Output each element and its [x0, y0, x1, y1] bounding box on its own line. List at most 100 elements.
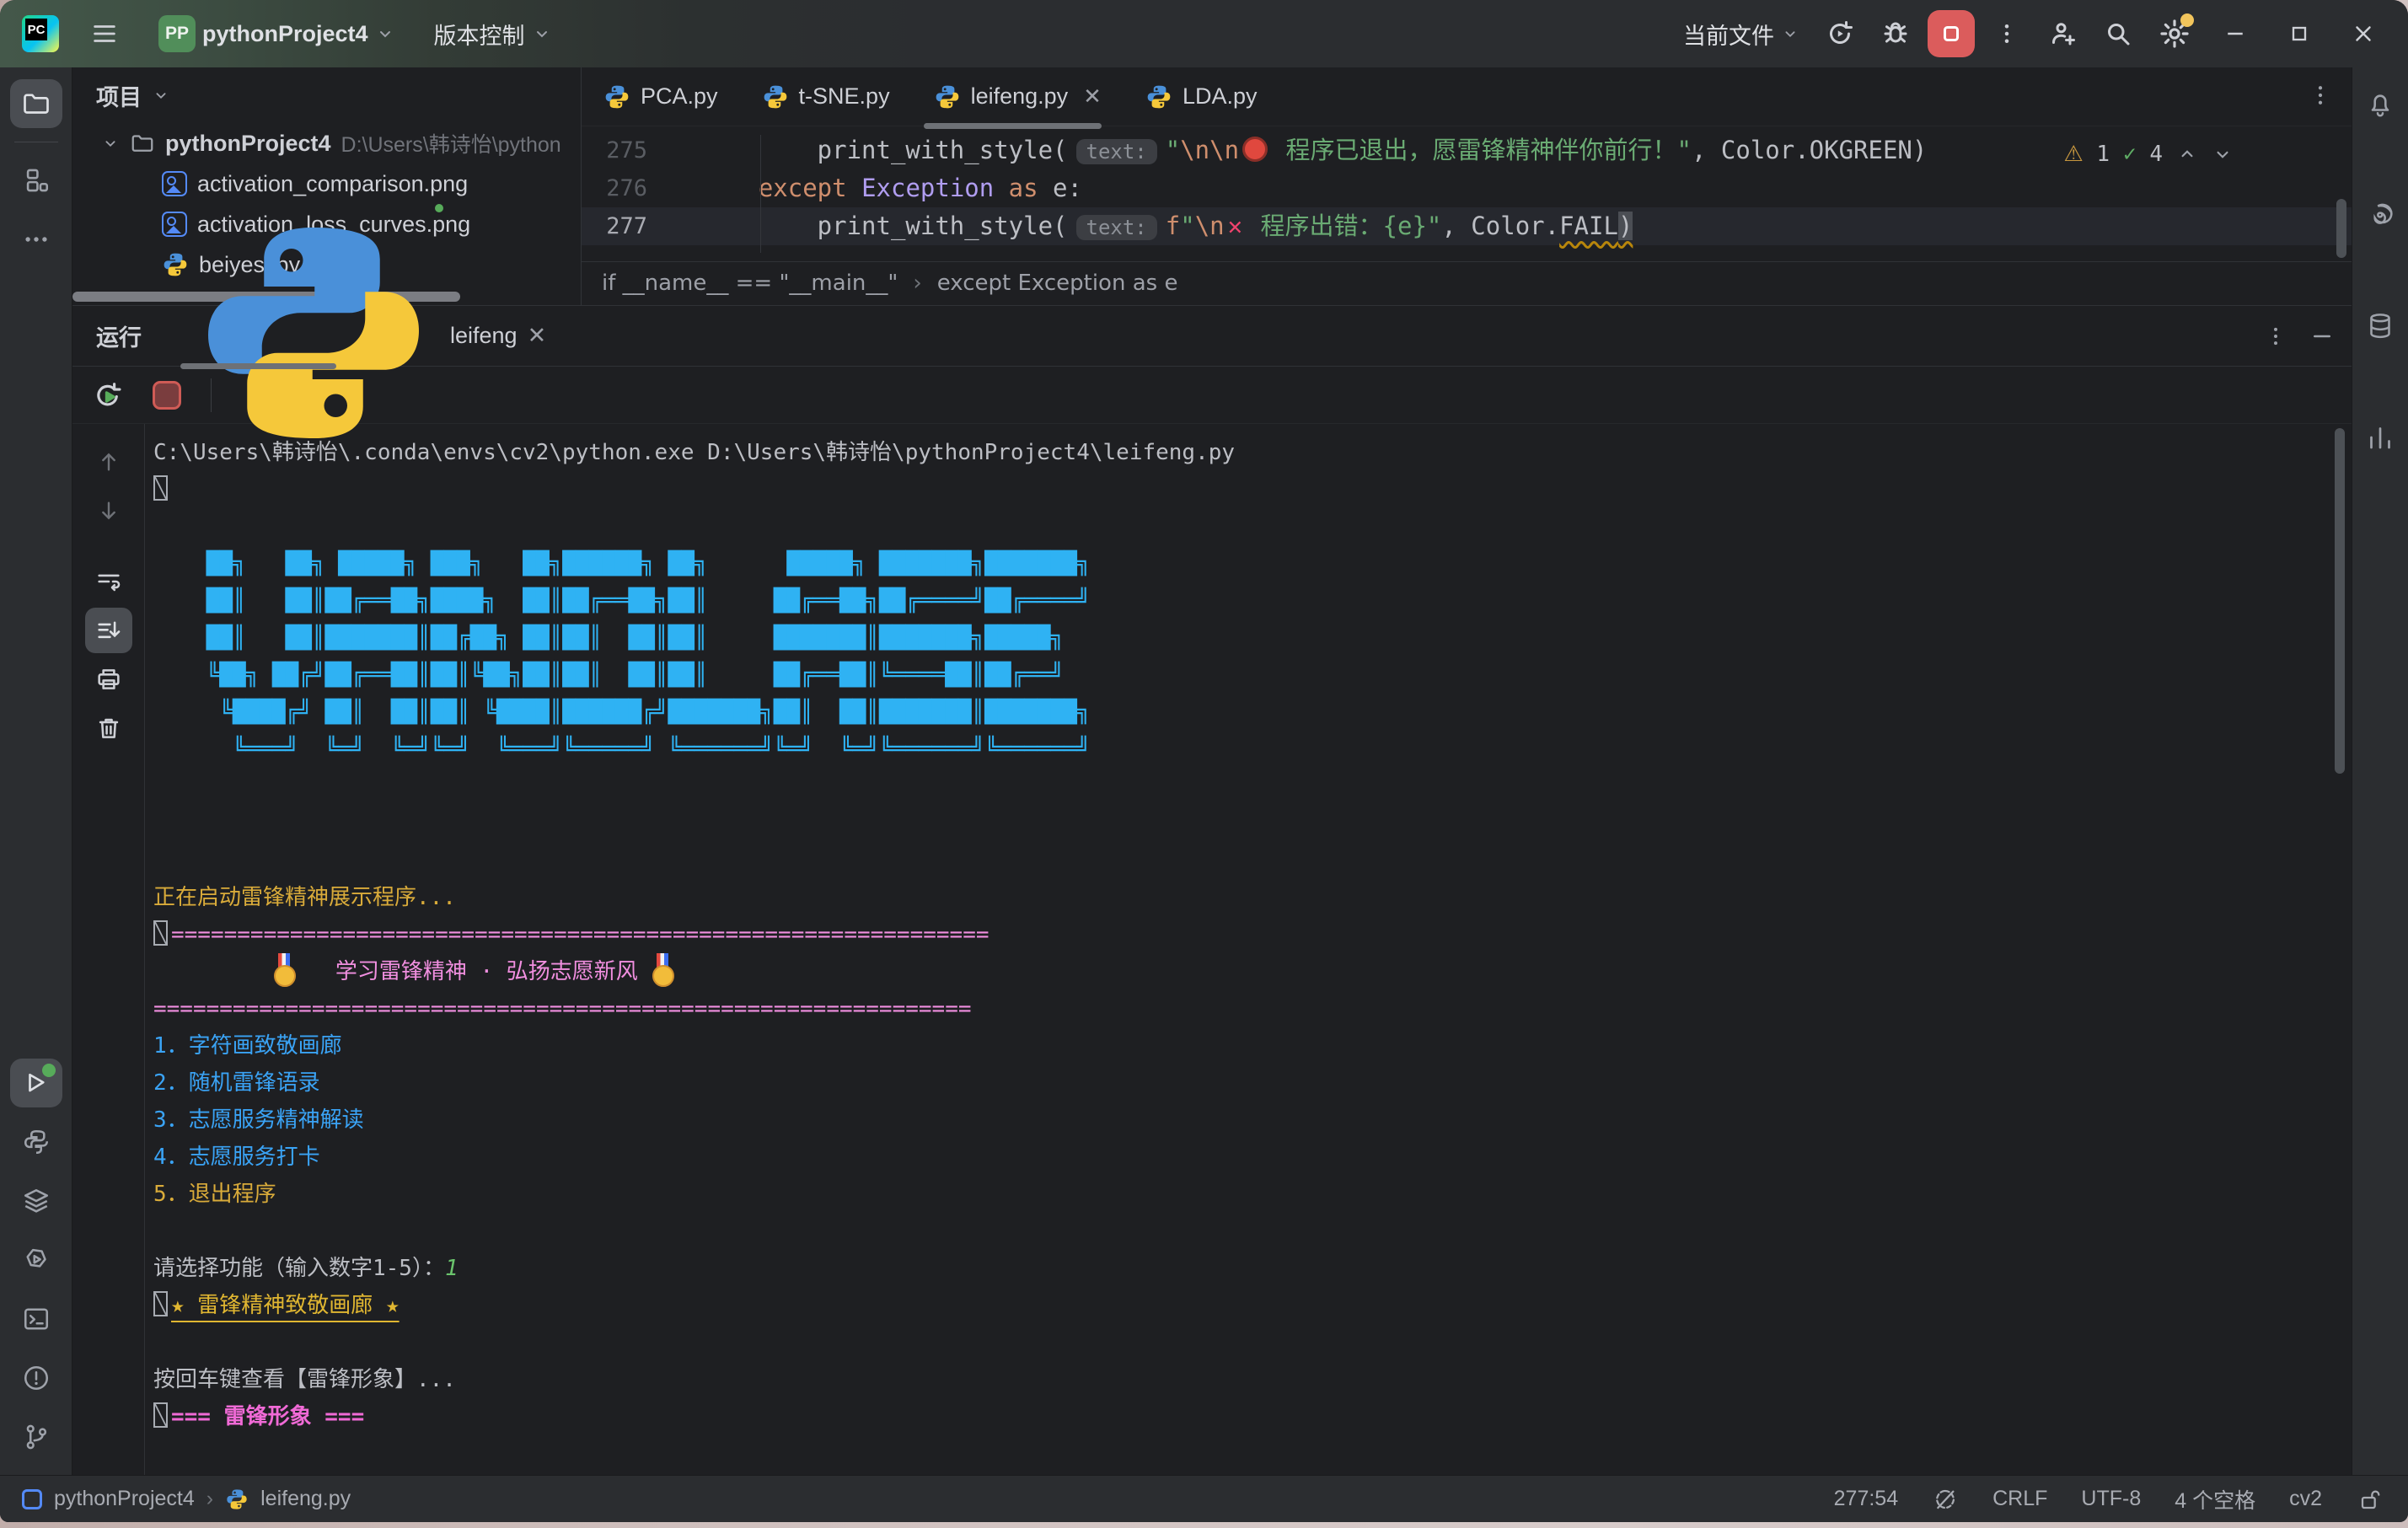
rerun-button[interactable]: [1816, 10, 1864, 57]
database-icon: [2365, 311, 2395, 341]
search-everywhere-button[interactable]: [2094, 10, 2142, 57]
ai-assistant-button[interactable]: [2354, 190, 2406, 239]
console-line: ██║ ██║███████║██╔██╗ ██║██║ ██║██║ ████…: [153, 619, 2352, 657]
hide-panel-icon[interactable]: [2309, 324, 2335, 349]
console-line: [153, 1213, 2352, 1250]
text-segment: , Color.: [1441, 212, 1559, 240]
caret-position[interactable]: 277:54: [1834, 1487, 1898, 1511]
chevron-down-icon[interactable]: [152, 86, 170, 105]
breadcrumb-item[interactable]: if __name__ == "__main__": [602, 271, 898, 296]
console-line: [153, 768, 2352, 805]
tab-pca[interactable]: PCA.py: [582, 67, 740, 126]
clear-console-button[interactable]: [85, 705, 132, 751]
text-segment: Exception: [861, 174, 994, 202]
project-selector[interactable]: PP pythonProject4: [150, 10, 404, 57]
notifications-button[interactable]: [2354, 79, 2406, 128]
text-caret: ): [1618, 212, 1633, 240]
running-indicator: [42, 1064, 56, 1077]
tab-tsne[interactable]: t-SNE.py: [740, 67, 912, 126]
version-control-button[interactable]: [10, 1413, 62, 1461]
stop-button[interactable]: [1928, 10, 1975, 57]
project-toolwindow-button[interactable]: [10, 79, 62, 128]
vcs-menu[interactable]: 版本控制: [426, 10, 560, 57]
text-segment: 3．志愿服务精神解读: [153, 1107, 364, 1133]
hamburger-icon: [90, 19, 119, 48]
run-tab-leifeng[interactable]: leifeng ✕: [170, 306, 563, 367]
debug-button[interactable]: [1872, 10, 1919, 57]
editor-area: PCA.py t-SNE.py leifeng.py ✕ LDA.py 2: [582, 67, 2352, 305]
parameter-hint: text:: [1076, 139, 1157, 164]
code-line[interactable]: 277 print_with_style(text:f"\n✕ 程序出错：{e}…: [582, 207, 2352, 245]
settings-button[interactable]: [2150, 10, 2199, 57]
close-run-tab-icon[interactable]: ✕: [528, 323, 547, 349]
prev-problem-icon[interactable]: [2176, 143, 2198, 165]
services-button[interactable]: [10, 1177, 62, 1225]
console-line: ========================================…: [153, 916, 2352, 953]
scroll-to-end-button[interactable]: [85, 608, 132, 653]
chevron-expanded-icon[interactable]: [101, 134, 120, 153]
tree-root-row[interactable]: pythonProject4 D:\Users\韩诗怡\python: [72, 123, 581, 164]
tab-options-button[interactable]: [2308, 83, 2333, 108]
breadcrumb-item[interactable]: except Exception as e: [937, 271, 1178, 296]
run-toolwindow: 运行 leifeng ✕: [72, 305, 2352, 1475]
more-actions-button[interactable]: [1983, 10, 2030, 57]
minimize-button[interactable]: [2207, 10, 2263, 57]
rerun-button[interactable]: [86, 373, 130, 417]
run-toolwindow-button[interactable]: [10, 1059, 62, 1107]
indent-setting[interactable]: 4 个空格: [2175, 1484, 2255, 1515]
code-with-me-button[interactable]: [2039, 10, 2086, 57]
close-tab-icon[interactable]: ✕: [1083, 83, 1102, 110]
encoding[interactable]: UTF-8: [2081, 1487, 2141, 1511]
stop-button[interactable]: [145, 373, 189, 417]
python-file-icon: [762, 83, 789, 110]
python-console-button[interactable]: [10, 1118, 62, 1166]
tree-file-row[interactable]: activation_comparison.png: [72, 164, 581, 204]
console-line: [153, 471, 2352, 508]
text-segment: 按回车键查看【雷锋形象】...: [153, 1367, 456, 1392]
highlighting-off-icon[interactable]: [1932, 1486, 1959, 1513]
editor-scrollbar[interactable]: [2336, 199, 2346, 258]
close-button[interactable]: [2336, 10, 2391, 57]
text-segment: 5．退出程序: [153, 1182, 276, 1207]
more-toolwindows-button[interactable]: [10, 215, 62, 264]
vcs-label: 版本控制: [434, 18, 525, 51]
console-output[interactable]: C:\Users\韩诗怡\.conda\envs\cv2\python.exe …: [145, 424, 2352, 1476]
soft-wrap-button[interactable]: [85, 559, 132, 604]
text-segment: ╚██╗ ██╔╝██╔══██║██║╚██╗██║██║ ██║██║ ██…: [153, 662, 1090, 688]
status-file[interactable]: leifeng.py: [260, 1487, 351, 1511]
interpreter[interactable]: cv2: [2289, 1487, 2322, 1511]
code-editor[interactable]: 275 print_with_style(text:"\n\n 程序已退出，愿雷…: [582, 126, 2352, 261]
hexagon-play-icon: [21, 1245, 51, 1275]
python-packages-button[interactable]: [10, 1236, 62, 1284]
database-button[interactable]: [2354, 302, 2406, 351]
print-button[interactable]: [85, 657, 132, 702]
next-problem-icon[interactable]: [2212, 143, 2234, 165]
console-scrollbar[interactable]: [2335, 428, 2345, 774]
search-icon: [2103, 19, 2133, 49]
tab-leifeng-active[interactable]: leifeng.py ✕: [912, 67, 1124, 126]
text-segment: ": [1166, 136, 1180, 164]
console-line: ██╗ ██╗ █████╗ ███╗ ██╗██████╗ ██╗ █████…: [153, 545, 2352, 582]
text-segment: 程序出错：{e}": [1246, 212, 1441, 240]
run-configuration-selector[interactable]: 当前文件: [1675, 10, 1808, 57]
inspections-widget[interactable]: ⚠ 1 ✓ 4: [2063, 142, 2234, 167]
tab-lda[interactable]: LDA.py: [1124, 67, 1279, 126]
next-occurrence-button[interactable]: [85, 488, 132, 533]
structure-toolwindow-button[interactable]: [10, 156, 62, 205]
unlock-icon[interactable]: [2356, 1486, 2383, 1513]
line-ending[interactable]: CRLF: [1992, 1487, 2047, 1511]
main-menu-button[interactable]: [81, 10, 128, 57]
problems-button[interactable]: [10, 1354, 62, 1402]
code-line[interactable]: 276 except Exception as e:: [582, 169, 2352, 207]
breadcrumb-separator: ›: [913, 271, 921, 296]
indent-guide: [760, 135, 761, 253]
text-segment: 学习雷锋精神 · 弘扬志愿新风: [296, 959, 652, 984]
project-color-icon: [22, 1489, 42, 1509]
kebab-icon[interactable]: [2264, 324, 2287, 348]
status-project[interactable]: pythonProject4: [54, 1487, 195, 1511]
maximize-button[interactable]: [2271, 10, 2327, 57]
endpoints-chart-button[interactable]: [2354, 413, 2406, 462]
bar-chart-icon: [2365, 422, 2395, 453]
terminal-button[interactable]: [10, 1295, 62, 1343]
prev-occurrence-button[interactable]: [85, 439, 132, 485]
